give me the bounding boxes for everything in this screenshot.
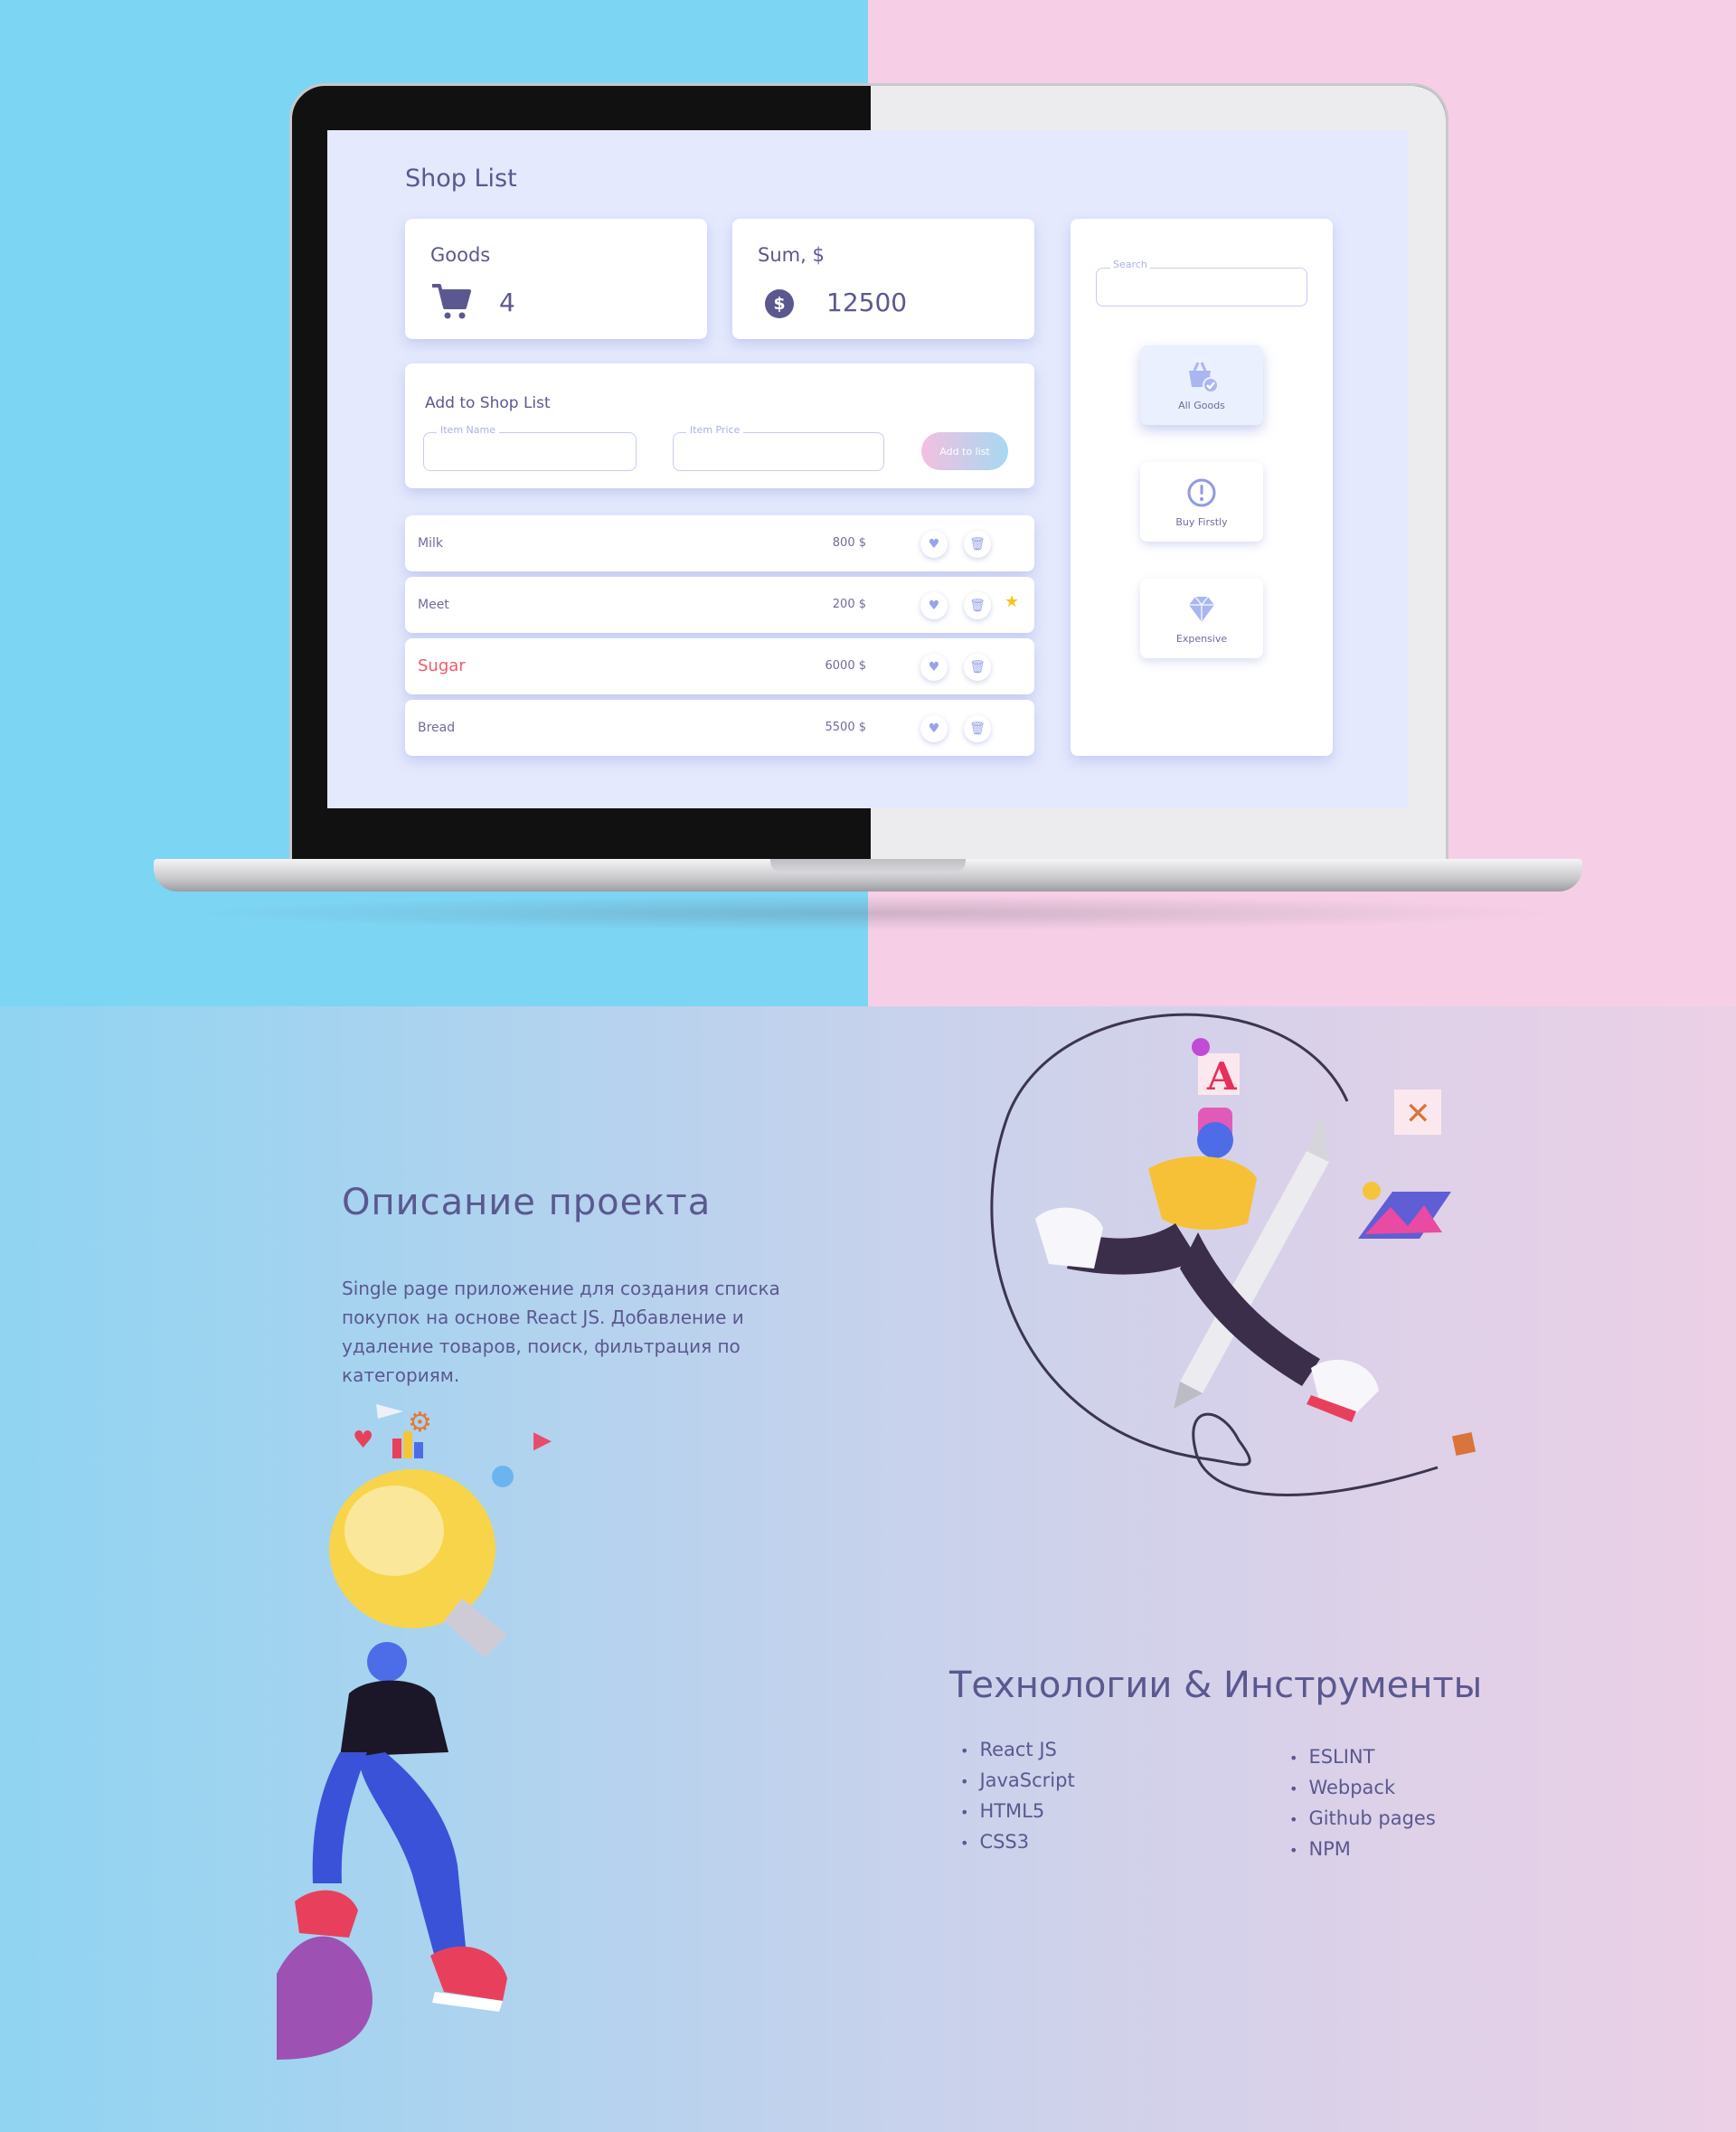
filter-panel: Search All Goods Buy Firstly Expensive	[1071, 219, 1333, 756]
heart-button[interactable]: ♥	[920, 654, 948, 681]
heart-icon: ♥	[928, 599, 940, 613]
list-item: Milk 800 $ ♥ 🗑	[405, 515, 1034, 571]
list-item: HTML5	[960, 1797, 1075, 1827]
basket-check-icon	[1189, 362, 1219, 393]
filter-buy-firstly-button[interactable]: Buy Firstly	[1140, 462, 1263, 542]
technologies-title: Технологии & Инструменты	[949, 1665, 1483, 1706]
laptop-notch	[770, 859, 966, 873]
exclamation-icon	[1187, 478, 1216, 507]
list-item: React JS	[960, 1735, 1075, 1766]
trash-icon: 🗑	[969, 537, 986, 552]
person-with-lightbulb-illustration: ⚙ ▶ ♥	[277, 1404, 552, 2060]
add-form-title: Add to Shop List	[425, 394, 551, 412]
svg-text:♥: ♥	[353, 1427, 373, 1454]
goods-count: 4	[499, 288, 515, 317]
sum-card: Sum, $ $ 12500	[732, 219, 1034, 339]
app-screen: Shop List Goods 4 Sum, $ $ 12500 Add to …	[327, 130, 1409, 808]
description-text: Single page приложение для создания спис…	[342, 1278, 780, 1386]
item-name-placeholder: Item Name	[437, 424, 499, 436]
sum-value: 12500	[826, 288, 908, 317]
item-price: 800 $	[832, 536, 866, 550]
item-name: Bread	[418, 721, 456, 735]
svg-text:✕: ✕	[1405, 1096, 1431, 1132]
goods-label: Goods	[430, 244, 491, 266]
dollar-icon: $	[765, 289, 794, 318]
designer-with-pen-illustration: A ✕	[990, 1013, 1477, 1496]
delete-button[interactable]: 🗑	[964, 531, 991, 558]
list-item: CSS3	[960, 1827, 1075, 1858]
item-price: 200 $	[832, 598, 866, 611]
list-item: Meet 200 $ ♥ 🗑 ★	[405, 577, 1034, 633]
heart-button[interactable]: ♥	[920, 531, 948, 558]
technologies-list-right: ESLINT Webpack Github pages NPM	[1289, 1742, 1436, 1865]
item-price-placeholder: Item Price	[686, 424, 744, 436]
heart-button[interactable]: ♥	[920, 715, 948, 742]
item-name-field[interactable]: Item Name	[423, 424, 637, 471]
trash-icon: 🗑	[969, 660, 986, 675]
technologies-list-left: React JS JavaScript HTML5 CSS3	[960, 1735, 1075, 1858]
filter-all-goods-button[interactable]: All Goods	[1140, 345, 1263, 425]
item-name: Milk	[418, 536, 443, 551]
filter-label: All Goods	[1178, 400, 1225, 411]
laptop-shadow	[172, 895, 1564, 931]
heart-icon: ♥	[928, 537, 940, 552]
list-item: Github pages	[1289, 1804, 1435, 1835]
delete-button[interactable]: 🗑	[964, 654, 991, 681]
heart-icon: ♥	[928, 660, 940, 675]
filter-label: Expensive	[1175, 633, 1228, 645]
list-item: Webpack	[1289, 1773, 1436, 1804]
trash-icon: 🗑	[969, 722, 986, 736]
list-item: JavaScript	[960, 1766, 1074, 1797]
page-title: Shop List	[405, 165, 517, 193]
add-to-list-button[interactable]: Add to list	[921, 432, 1008, 470]
filter-label: Buy Firstly	[1175, 516, 1228, 528]
svg-text:▶: ▶	[533, 1427, 552, 1454]
heart-icon: ♥	[928, 722, 940, 736]
heart-button[interactable]: ♥	[920, 592, 948, 619]
item-price: 5500 $	[825, 721, 867, 734]
delete-button[interactable]: 🗑	[964, 715, 991, 742]
add-item-form: Add to Shop List Item Name Item Price Ad…	[405, 363, 1034, 488]
item-name: Meet	[418, 598, 449, 612]
filter-expensive-button[interactable]: Expensive	[1140, 579, 1263, 658]
list-item: Sugar 6000 $ ♥ 🗑	[405, 638, 1034, 694]
search-input[interactable]	[1096, 268, 1307, 307]
trash-icon: 🗑	[969, 599, 986, 613]
goods-card: Goods 4	[405, 219, 707, 339]
star-icon: ★	[1005, 592, 1020, 611]
delete-button[interactable]: 🗑	[964, 592, 991, 619]
cart-icon	[432, 284, 471, 319]
item-price-field[interactable]: Item Price	[673, 424, 884, 471]
svg-text:A: A	[1206, 1054, 1238, 1099]
list-item: Bread 5500 $ ♥ 🗑	[405, 700, 1034, 756]
list-item: ESLINT	[1289, 1742, 1436, 1773]
item-name: Sugar	[418, 656, 466, 675]
sum-label: Sum, $	[758, 244, 825, 266]
diamond-icon	[1189, 596, 1214, 622]
laptop-mockup-section: Shop List Goods 4 Sum, $ $ 12500 Add to …	[0, 0, 1736, 1006]
search-placeholder: Search	[1110, 259, 1150, 270]
list-item: NPM	[1289, 1835, 1436, 1865]
description-title: Описание проекта	[342, 1182, 712, 1223]
project-info-section: Описание проекта Single page приложение …	[0, 1006, 1736, 2132]
item-price: 6000 $	[825, 659, 867, 673]
